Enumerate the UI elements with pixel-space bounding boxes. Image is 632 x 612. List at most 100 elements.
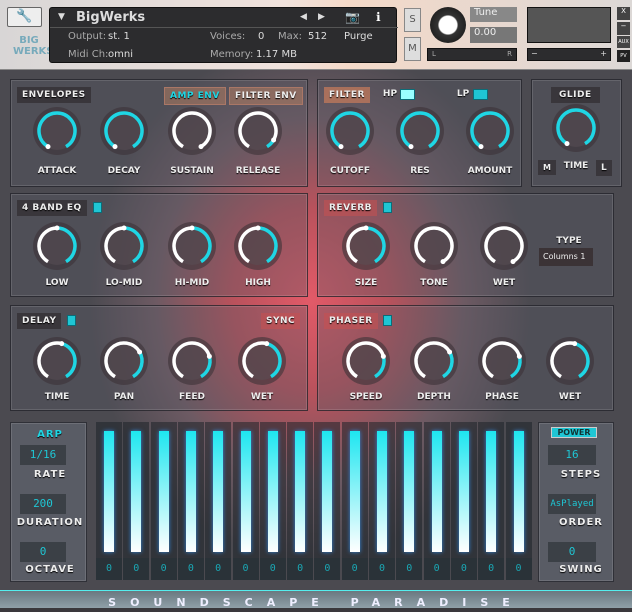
output-select[interactable]: st. 1 — [108, 31, 130, 42]
step-5[interactable]: 0 — [205, 422, 232, 580]
step-level-bar[interactable] — [431, 431, 442, 552]
sync-button[interactable]: SYNC — [261, 313, 301, 329]
step-level-bar[interactable] — [458, 431, 469, 552]
step-3[interactable]: 0 — [150, 422, 177, 580]
tune-knob[interactable] — [430, 7, 466, 43]
glide-l-button[interactable]: L — [596, 160, 613, 176]
step-value[interactable]: 0 — [396, 558, 423, 580]
step-level-bar[interactable] — [131, 431, 142, 552]
step-level-bar[interactable] — [267, 431, 278, 552]
phaser-wet-knob[interactable] — [545, 336, 595, 386]
eq-toggle[interactable] — [93, 202, 102, 213]
tab-filter-env[interactable]: FILTER ENV — [229, 87, 303, 105]
step-1[interactable]: 0 — [96, 422, 122, 580]
envelopes-decay-knob[interactable] — [99, 106, 149, 156]
step-value[interactable]: 0 — [287, 558, 314, 580]
instrument-title[interactable]: BigWerks — [76, 10, 145, 25]
collapse-icon[interactable]: ▼ — [58, 12, 65, 22]
step-14[interactable]: 0 — [450, 422, 477, 580]
step-value[interactable]: 0 — [450, 558, 477, 580]
step-level-bar[interactable] — [322, 431, 333, 552]
info-icon[interactable]: ℹ — [376, 10, 381, 24]
step-9[interactable]: 0 — [314, 422, 341, 580]
glide-m-button[interactable]: M — [538, 160, 557, 175]
step-value[interactable]: 0 — [150, 558, 177, 580]
eq-lo-mid-knob[interactable] — [99, 221, 149, 271]
step-value[interactable]: 0 — [369, 558, 395, 580]
rate-field[interactable]: 1/16 — [20, 445, 66, 465]
delay-time-knob[interactable] — [32, 336, 82, 386]
step-2[interactable]: 0 — [123, 422, 150, 580]
pv-button[interactable]: PV — [617, 50, 630, 62]
step-level-bar[interactable] — [486, 431, 497, 552]
max-voices-value[interactable]: 512 — [308, 31, 327, 42]
eq-low-knob[interactable] — [32, 221, 82, 271]
delay-feed-knob[interactable] — [167, 336, 217, 386]
reverb-size-knob[interactable] — [341, 221, 391, 271]
phaser-phase-knob[interactable] — [477, 336, 527, 386]
reverb-type-select[interactable]: Columns 1 — [539, 248, 593, 266]
octave-field[interactable]: 0 — [20, 542, 66, 562]
step-level-bar[interactable] — [158, 431, 169, 552]
delay-toggle[interactable] — [67, 315, 76, 326]
power-button[interactable]: POWER — [551, 427, 597, 438]
filter-amount-knob[interactable] — [465, 106, 515, 156]
delay-pan-knob[interactable] — [99, 336, 149, 386]
step-7[interactable]: 0 — [259, 422, 286, 580]
step-8[interactable]: 0 — [287, 422, 314, 580]
step-12[interactable]: 0 — [396, 422, 423, 580]
step-13[interactable]: 0 — [423, 422, 450, 580]
step-6[interactable]: 0 — [232, 422, 259, 580]
tab-amp-env[interactable]: AMP ENV — [164, 87, 226, 105]
lp-toggle[interactable] — [473, 89, 488, 100]
step-value[interactable]: 0 — [423, 558, 450, 580]
envelopes-release-knob[interactable] — [233, 106, 283, 156]
step-level-bar[interactable] — [295, 431, 306, 552]
filter-res-knob[interactable] — [395, 106, 445, 156]
swing-field[interactable]: 0 — [548, 542, 596, 562]
duration-field[interactable]: 200 — [20, 494, 66, 514]
camera-icon[interactable]: 📷 — [345, 10, 360, 24]
step-4[interactable]: 0 — [177, 422, 204, 580]
close-button[interactable]: X — [617, 7, 630, 20]
step-value[interactable]: 0 — [96, 558, 122, 580]
step-level-bar[interactable] — [213, 431, 224, 552]
purge-menu[interactable]: Purge — [344, 31, 373, 42]
envelopes-attack-knob[interactable] — [32, 106, 82, 156]
aux-button[interactable]: AUX — [617, 36, 630, 48]
step-level-bar[interactable] — [104, 431, 114, 552]
hp-toggle[interactable] — [400, 89, 415, 100]
step-level-bar[interactable] — [185, 431, 196, 552]
step-value[interactable]: 0 — [123, 558, 150, 580]
step-level-bar[interactable] — [404, 431, 415, 552]
step-15[interactable]: 0 — [478, 422, 505, 580]
settings-button[interactable]: 🔧 — [7, 7, 42, 27]
phaser-speed-knob[interactable] — [341, 336, 391, 386]
step-value[interactable]: 0 — [259, 558, 286, 580]
reverb-toggle[interactable] — [383, 202, 392, 213]
delay-wet-knob[interactable] — [237, 336, 287, 386]
step-level-bar[interactable] — [349, 431, 360, 552]
step-value[interactable]: 0 — [505, 558, 532, 580]
step-value[interactable]: 0 — [478, 558, 505, 580]
step-16[interactable]: 0 — [505, 422, 532, 580]
prev-instrument-icon[interactable]: ◀ — [300, 12, 307, 22]
midi-select[interactable]: omni — [108, 49, 133, 60]
glide-time-knob[interactable] — [551, 103, 601, 153]
next-instrument-icon[interactable]: ▶ — [318, 12, 325, 22]
order-field[interactable]: AsPlayed — [548, 494, 596, 514]
step-level-bar[interactable] — [377, 431, 387, 552]
volume-slider[interactable]: − + — [527, 48, 611, 61]
filter-cutoff-knob[interactable] — [325, 106, 375, 156]
step-11[interactable]: 0 — [369, 422, 395, 580]
phaser-depth-knob[interactable] — [409, 336, 459, 386]
tune-value[interactable]: 0.00 — [470, 27, 517, 43]
envelopes-sustain-knob[interactable] — [167, 106, 217, 156]
step-value[interactable]: 0 — [341, 558, 368, 580]
step-value[interactable]: 0 — [177, 558, 204, 580]
step-value[interactable]: 0 — [314, 558, 341, 580]
eq-high-knob[interactable] — [233, 221, 283, 271]
step-level-bar[interactable] — [240, 431, 251, 552]
reverb-wet-knob[interactable] — [479, 221, 529, 271]
step-level-bar[interactable] — [513, 431, 524, 552]
